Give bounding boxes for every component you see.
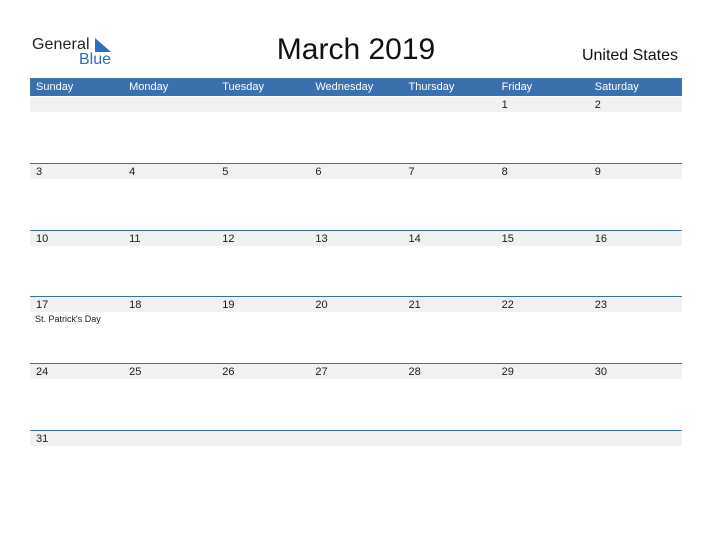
day-cell: 24 (30, 364, 123, 379)
day-number: 31 (36, 433, 49, 445)
day-cell (403, 97, 496, 112)
weekday-monday: Monday (129, 81, 169, 93)
day-cell: 26 (216, 364, 309, 379)
day-number: 28 (408, 366, 421, 378)
weekday-wednesday: Wednesday (315, 81, 374, 93)
country-label: United States (581, 47, 678, 64)
day-cell: 15 (496, 231, 589, 246)
day-cell: 22 (496, 297, 589, 312)
day-cell: 20 (309, 297, 402, 312)
day-cell: 30 (589, 364, 682, 379)
week-row: 10 11 12 13 14 15 16 (30, 230, 682, 296)
weekday-saturday: Saturday (594, 81, 639, 93)
day-number: 5 (222, 166, 229, 178)
day-number: 6 (315, 166, 322, 178)
day-cell: 14 (403, 231, 496, 246)
day-cell: 28 (403, 364, 496, 379)
day-number: 10 (36, 233, 49, 245)
day-number: 15 (501, 233, 514, 245)
day-number: 12 (222, 233, 235, 245)
day-cell: 6 (309, 164, 402, 179)
day-number: 17 (36, 299, 49, 311)
day-number: 18 (129, 299, 142, 311)
day-number: 16 (594, 233, 607, 245)
day-cell: 17 (30, 297, 123, 312)
day-number: 30 (594, 366, 607, 378)
day-cell: 16 (589, 231, 682, 246)
day-number: 3 (36, 166, 43, 178)
week-row: 1 2 (30, 97, 682, 163)
week-row: 24 25 26 27 28 29 30 (30, 363, 682, 429)
day-cell: 19 (216, 297, 309, 312)
day-number: 7 (408, 166, 415, 178)
day-cell: 27 (309, 364, 402, 379)
day-cell (589, 431, 682, 446)
day-number: 27 (315, 366, 328, 378)
day-cell (216, 431, 309, 446)
day-cell: 3 (30, 164, 123, 179)
day-number: 8 (501, 166, 508, 178)
week-row: 31 (30, 430, 682, 496)
day-cell: 4 (123, 164, 216, 179)
day-number: 20 (315, 299, 328, 311)
day-cell: 8 (496, 164, 589, 179)
day-number: 21 (408, 299, 421, 311)
holiday-label-st-patricks: St. Patrick's Day (35, 314, 101, 324)
day-cell: 2 (589, 97, 682, 112)
day-number: 22 (501, 299, 514, 311)
day-cell: 11 (123, 231, 216, 246)
week-row: 3 4 5 6 7 8 9 (30, 163, 682, 229)
weekday-sunday: Sunday (36, 81, 74, 93)
day-cell (496, 431, 589, 446)
day-cell: 21 (403, 297, 496, 312)
day-cell: 12 (216, 231, 309, 246)
day-cell: 18 (123, 297, 216, 312)
day-number: 26 (222, 366, 235, 378)
weekday-friday: Friday (501, 81, 533, 93)
day-cell: 10 (30, 231, 123, 246)
day-cell (123, 97, 216, 112)
day-cell: 5 (216, 164, 309, 179)
day-number: 2 (594, 99, 601, 111)
day-number: 11 (129, 233, 141, 245)
day-number: 13 (315, 233, 328, 245)
day-cell: 23 (589, 297, 682, 312)
day-cell (309, 431, 402, 446)
weekday-thursday: Thursday (408, 81, 455, 93)
day-number: 25 (129, 366, 142, 378)
day-cell (30, 97, 123, 112)
day-number: 19 (222, 299, 235, 311)
weekday-header: Sunday Monday Tuesday Wednesday Thursday… (30, 78, 682, 96)
day-cell: 31 (30, 431, 123, 446)
day-cell (403, 431, 496, 446)
day-number: 23 (594, 299, 607, 311)
day-cell (309, 97, 402, 112)
day-cell: 1 (496, 97, 589, 112)
day-cell (216, 97, 309, 112)
day-cell: 29 (496, 364, 589, 379)
day-number: 4 (129, 166, 136, 178)
day-number: 9 (594, 166, 601, 178)
day-cell (123, 431, 216, 446)
day-cell: 25 (123, 364, 216, 379)
day-number: 1 (501, 99, 508, 111)
day-cell: 9 (589, 164, 682, 179)
day-number: 29 (501, 366, 514, 378)
week-row: 17 18 19 20 21 22 23 St. Patrick's Day (30, 296, 682, 362)
day-number: 24 (36, 366, 49, 378)
day-number: 14 (408, 233, 421, 245)
day-cell: 13 (309, 231, 402, 246)
day-cell: 7 (403, 164, 496, 179)
weekday-tuesday: Tuesday (222, 81, 265, 93)
